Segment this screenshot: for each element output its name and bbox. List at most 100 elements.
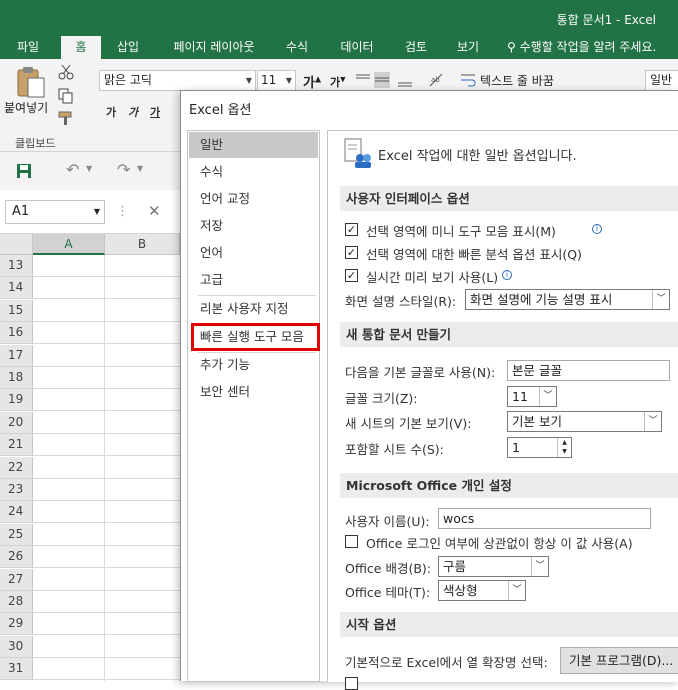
row-header[interactable]: 16 [0,322,33,345]
cell-row[interactable] [33,658,180,681]
nav-item-formulas[interactable]: 수식 [189,159,318,185]
row-header[interactable]: 15 [0,299,33,322]
live-preview-checkbox[interactable]: ✓ [345,269,358,282]
copy-icon[interactable] [58,88,74,104]
default-font-input[interactable]: 본문 글꼴 [507,360,670,381]
cell-row[interactable] [33,300,180,322]
redo-icon[interactable]: ↷ [117,160,130,179]
always-use-checkbox[interactable] [345,535,358,548]
align-middle-icon[interactable] [374,72,390,88]
wrap-text-icon[interactable] [460,72,476,88]
decrease-font-icon[interactable]: 가▼ [330,74,346,90]
cell-row[interactable] [33,546,180,569]
default-programs-button[interactable]: 기본 프로그램(D)... [560,647,678,674]
wrap-text-button[interactable]: 텍스트 줄 바꿈 [480,72,554,89]
chevron-down-icon[interactable]: ▼ [137,164,143,173]
sheet-count-stepper[interactable]: 1 ▲ ▼ [507,437,572,458]
office-theme-select[interactable]: 색상형 ﹀ [438,580,526,601]
worksheet-grid[interactable]: A B 13 14 15 16 17 18 19 20 21 22 23 24 25 26 27 28 29 30… [0,234,180,681]
row-header[interactable]: 25 [0,523,33,546]
chevron-down-icon[interactable]: ▼ [86,164,92,173]
quick-analysis-checkbox[interactable]: ✓ [345,246,358,259]
nav-item-save[interactable]: 저장 [189,213,318,239]
increase-font-icon[interactable]: 가▲ [303,72,321,91]
nav-item-advanced[interactable]: 고급 [189,267,318,293]
nav-item-trust-center[interactable]: 보안 센터 [189,379,318,405]
tab-insert[interactable]: 삽입 [106,36,150,59]
cancel-icon[interactable]: ✕ [148,202,161,220]
tell-me-box[interactable]: ⚲ 수행할 작업을 알려 주세요. [507,36,678,59]
name-box[interactable]: A1 ▼ [5,200,105,224]
tab-view[interactable]: 보기 [448,36,488,59]
cell-row[interactable] [33,613,180,636]
paste-button-label[interactable]: 붙여넣기 [4,99,48,116]
cell-row[interactable] [33,434,180,457]
default-view-select[interactable]: 기본 보기 ﹀ [507,411,662,432]
cell-row[interactable] [33,457,180,479]
save-icon[interactable] [16,163,32,179]
align-top-icon[interactable] [355,72,371,88]
nav-item-language[interactable]: 언어 [189,240,318,266]
number-format-select[interactable]: 일반 [645,70,678,91]
column-header-a[interactable]: A [33,234,105,255]
undo-icon[interactable]: ↶ [66,160,79,179]
tab-page-layout[interactable]: 페이지 레이아웃 [160,36,268,59]
tab-file[interactable]: 파일 [3,36,53,59]
spinner-arrows-icon[interactable]: ▲ ▼ [557,438,571,457]
tab-home[interactable]: 홈 [61,36,101,59]
row-header[interactable]: 30 [0,635,33,658]
mini-toolbar-checkbox[interactable]: ✓ [345,223,358,236]
underline-button[interactable]: 가 [150,104,160,120]
column-header-b[interactable]: B [105,234,180,255]
cell-row[interactable] [33,524,180,546]
cut-icon[interactable] [58,64,74,80]
row-header[interactable]: 27 [0,568,33,591]
bold-button[interactable]: 가 [106,104,116,120]
row-header[interactable]: 22 [0,456,33,479]
row-header[interactable]: 28 [0,591,33,613]
nav-item-proofing[interactable]: 언어 교정 [189,186,318,212]
row-header[interactable]: 29 [0,613,33,636]
cell-row[interactable] [33,322,180,345]
cell-row[interactable] [33,636,180,658]
row-header[interactable]: 14 [0,277,33,300]
font-size-select[interactable]: 11 ▼ [257,70,296,91]
italic-button[interactable]: 가 [128,104,138,120]
font-size-select[interactable]: 11 ﹀ [507,386,557,407]
row-header[interactable]: 20 [0,411,33,434]
cell-row[interactable] [33,345,180,367]
cell-row[interactable] [33,501,180,524]
row-header[interactable]: 13 [0,255,33,277]
cell-row[interactable] [33,277,180,300]
paste-icon[interactable] [16,66,46,98]
screentip-style-select[interactable]: 화면 설명에 기능 설명 표시 ﹀ [465,289,670,310]
row-header[interactable]: 31 [0,658,33,681]
nav-item-general[interactable]: 일반 [189,132,318,158]
select-all-corner[interactable] [0,234,33,255]
row-header[interactable]: 23 [0,479,33,501]
row-header[interactable]: 18 [0,367,33,389]
username-input[interactable]: wocs [438,508,651,529]
tab-review[interactable]: 검토 [396,36,436,59]
cell-row[interactable] [33,591,180,613]
row-header[interactable]: 21 [0,434,33,457]
cell-row[interactable] [33,412,180,434]
row-header[interactable]: 24 [0,501,33,524]
row-header[interactable]: 26 [0,546,33,569]
startup-checkbox[interactable] [345,677,358,690]
tab-data[interactable]: 데이터 [330,36,384,59]
cell-row[interactable] [33,255,180,277]
format-painter-icon[interactable] [58,110,74,126]
orientation-icon[interactable]: ab [428,72,444,88]
font-name-select[interactable]: 맑은 고딕 ▼ [99,70,256,91]
office-background-select[interactable]: 구름 ﹀ [438,556,549,577]
row-header[interactable]: 17 [0,344,33,367]
cell-row[interactable] [33,389,180,412]
align-bottom-icon[interactable] [397,72,413,88]
cell-row[interactable] [33,367,180,389]
row-header[interactable]: 19 [0,389,33,412]
cell-row[interactable] [33,479,180,501]
cell-row[interactable] [33,569,180,591]
nav-item-customize-ribbon[interactable]: 리본 사용자 지정 [189,296,318,322]
tab-formulas[interactable]: 수식 [277,36,317,59]
